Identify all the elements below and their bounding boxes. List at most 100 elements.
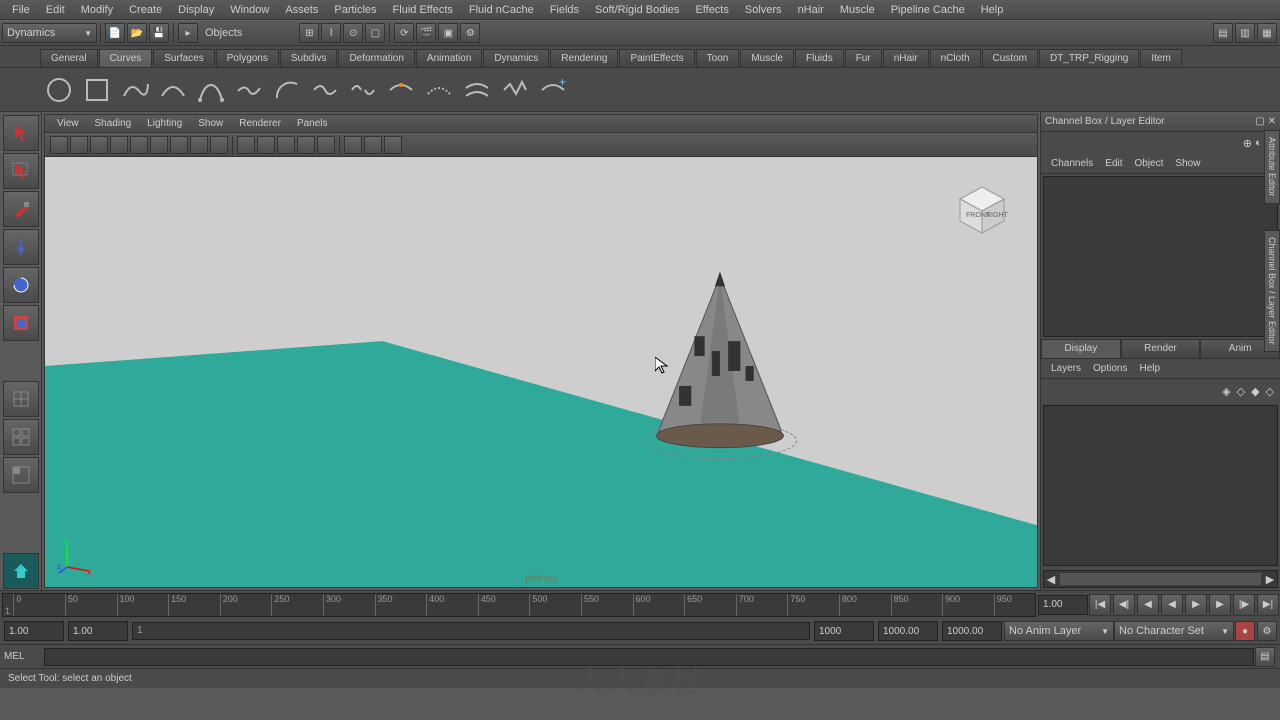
vp-isolate-icon[interactable] — [344, 136, 362, 154]
menu-file[interactable]: File — [4, 2, 38, 18]
show-manip-tool[interactable] — [3, 381, 39, 417]
shelf-tab-surfaces[interactable]: Surfaces — [153, 49, 214, 67]
toggle-panel-icon[interactable]: ▤ — [1213, 23, 1233, 43]
shelf-tab-dtrprigging[interactable]: DT_TRP_Rigging — [1039, 49, 1139, 67]
layer-remove-icon[interactable]: ◇ — [1266, 385, 1274, 398]
shelf-tab-polygons[interactable]: Polygons — [216, 49, 279, 67]
attach-curve-icon[interactable] — [308, 73, 342, 107]
vp-lights-icon[interactable] — [297, 136, 315, 154]
shelf-tab-ncloth[interactable]: nCloth — [930, 49, 981, 67]
menu-softrigid[interactable]: Soft/Rigid Bodies — [587, 2, 687, 18]
vp-film-gate-icon[interactable] — [170, 136, 188, 154]
layer-menu-layers[interactable]: Layers — [1045, 363, 1087, 374]
ch-menu-channels[interactable]: Channels — [1045, 158, 1099, 169]
vp-resolution-icon[interactable] — [190, 136, 208, 154]
render-settings-icon[interactable]: ⚙ — [460, 23, 480, 43]
layer-add-icon[interactable]: ◆ — [1251, 385, 1259, 398]
menu-fields[interactable]: Fields — [542, 2, 587, 18]
cmd-lang-label[interactable]: MEL — [4, 651, 44, 662]
shelf-tab-toon[interactable]: Toon — [696, 49, 740, 67]
vp-menu-show[interactable]: Show — [190, 118, 231, 129]
vp-menu-renderer[interactable]: Renderer — [231, 118, 289, 129]
new-scene-icon[interactable]: 📄 — [105, 23, 125, 43]
panel-minimize-icon[interactable]: ▢ — [1255, 116, 1264, 127]
play-back-icon[interactable]: ◀ — [1161, 594, 1183, 616]
anim-start-field[interactable]: 1.00 — [4, 621, 64, 641]
layer-menu-help[interactable]: Help — [1133, 363, 1166, 374]
ch-menu-show[interactable]: Show — [1169, 158, 1206, 169]
home-icon[interactable] — [3, 553, 39, 589]
menu-nhair[interactable]: nHair — [790, 2, 832, 18]
step-fwd-icon[interactable]: ▶ — [1209, 594, 1231, 616]
anim-total-field[interactable]: 1000.00 — [942, 621, 1002, 641]
shelf-tab-general[interactable]: General — [40, 49, 98, 67]
menu-muscle[interactable]: Muscle — [832, 2, 883, 18]
go-end-icon[interactable]: ▶| — [1257, 594, 1279, 616]
vp-menu-lighting[interactable]: Lighting — [139, 118, 190, 129]
history-icon[interactable]: ⟳ — [394, 23, 414, 43]
snap-point-icon[interactable]: ⊙ — [343, 23, 363, 43]
ipr-icon[interactable]: ▣ — [438, 23, 458, 43]
move-tool[interactable] — [3, 229, 39, 265]
layer-tab-render[interactable]: Render — [1121, 339, 1201, 359]
ep-curve-icon[interactable] — [118, 73, 152, 107]
open-scene-icon[interactable]: 📂 — [127, 23, 147, 43]
detach-curve-icon[interactable] — [346, 73, 380, 107]
vp-bookmark-icon[interactable] — [70, 136, 88, 154]
step-back-icon[interactable]: ◀ — [1137, 594, 1159, 616]
offset-curve-icon[interactable] — [460, 73, 494, 107]
cv-curve-icon[interactable] — [156, 73, 190, 107]
scale-tool[interactable] — [3, 305, 39, 341]
layer-tab-display[interactable]: Display — [1041, 339, 1121, 359]
circle-curve-icon[interactable] — [42, 73, 76, 107]
shelf-tab-deformation[interactable]: Deformation — [338, 49, 414, 67]
menu-particles[interactable]: Particles — [326, 2, 384, 18]
shelf-tab-rendering[interactable]: Rendering — [550, 49, 618, 67]
scroll-right-icon[interactable]: ▶ — [1263, 573, 1277, 586]
anim-layer-dropdown[interactable]: No Anim Layer — [1004, 621, 1114, 641]
select-tool[interactable] — [3, 115, 39, 151]
layer-new-icon[interactable]: ◈ — [1222, 385, 1230, 398]
menu-modify[interactable]: Modify — [73, 2, 121, 18]
shelf-tab-custom[interactable]: Custom — [982, 49, 1038, 67]
menu-assets[interactable]: Assets — [277, 2, 326, 18]
shelf-tab-curves[interactable]: Curves — [99, 49, 153, 67]
menu-window[interactable]: Window — [222, 2, 277, 18]
vp-grease-icon[interactable] — [130, 136, 148, 154]
cmd-input[interactable] — [44, 648, 1254, 666]
mode-dropdown[interactable]: Dynamics — [2, 23, 97, 43]
save-scene-icon[interactable]: 💾 — [149, 23, 169, 43]
shelf-tab-fluids[interactable]: Fluids — [795, 49, 844, 67]
vp-xray-icon[interactable] — [364, 136, 382, 154]
manip-icon[interactable]: ⊕ — [1243, 137, 1252, 150]
step-back-key-icon[interactable]: ◀| — [1113, 594, 1135, 616]
go-start-icon[interactable]: |◀ — [1089, 594, 1111, 616]
menu-fluideffects[interactable]: Fluid Effects — [385, 2, 461, 18]
vp-menu-view[interactable]: View — [49, 118, 87, 129]
ch-menu-object[interactable]: Object — [1129, 158, 1170, 169]
rotate-tool[interactable] — [3, 267, 39, 303]
vp-image-plane-icon[interactable] — [90, 136, 108, 154]
snap-curve-icon[interactable]: ⌇ — [321, 23, 341, 43]
shelf-tab-subdivs[interactable]: Subdivs — [280, 49, 338, 67]
ch-menu-edit[interactable]: Edit — [1099, 158, 1128, 169]
time-ruler[interactable]: 0 50 100 150 200 250 300 350 400 450 500… — [2, 593, 1036, 617]
vp-wireframe-icon[interactable] — [237, 136, 255, 154]
shelf-tab-animation[interactable]: Animation — [416, 49, 482, 67]
square-curve-icon[interactable] — [80, 73, 114, 107]
layer-new-empty-icon[interactable]: ◇ — [1237, 385, 1245, 398]
play-end-field[interactable]: 1000 — [814, 621, 874, 641]
menu-create[interactable]: Create — [121, 2, 170, 18]
snap-grid-icon[interactable]: ⊞ — [299, 23, 319, 43]
toggle-tool-icon[interactable]: ▦ — [1257, 23, 1277, 43]
menu-pipelinecache[interactable]: Pipeline Cache — [883, 2, 973, 18]
panel-close-icon[interactable]: ✕ — [1268, 116, 1276, 127]
menu-help[interactable]: Help — [973, 2, 1012, 18]
menu-effects[interactable]: Effects — [687, 2, 736, 18]
step-fwd-key-icon[interactable]: |▶ — [1233, 594, 1255, 616]
menu-fluidncache[interactable]: Fluid nCache — [461, 2, 542, 18]
menu-display[interactable]: Display — [170, 2, 222, 18]
shelf-tab-fur[interactable]: Fur — [845, 49, 882, 67]
shelf-tab-muscle[interactable]: Muscle — [740, 49, 794, 67]
insert-knot-icon[interactable] — [384, 73, 418, 107]
